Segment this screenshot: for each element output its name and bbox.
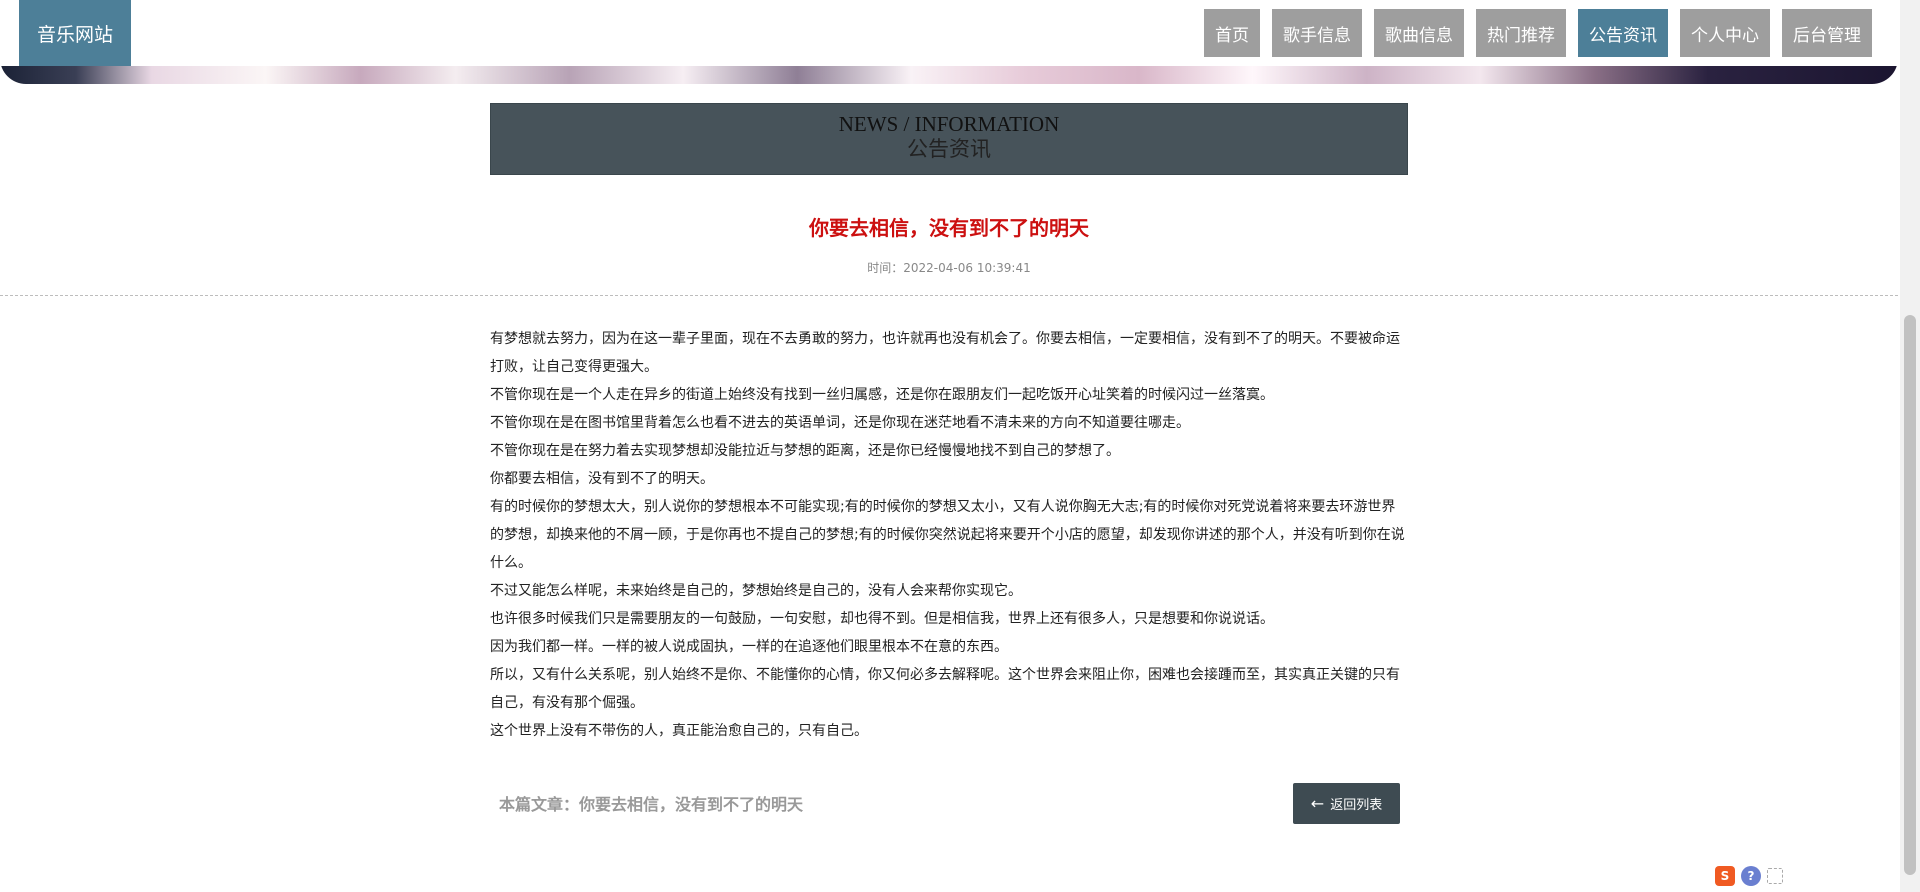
article-paragraph: 因为我们都一样。一样的被人说成固执，一样的在追逐他们眼里根本不在意的东西。 [490,639,1008,655]
sogou-icon[interactable]: S [1715,866,1735,886]
nav-home[interactable]: 首页 [1204,9,1260,57]
section-title-en: NEWS / INFORMATION [838,112,1060,136]
divider [0,295,1898,296]
back-button-label: 返回列表 [1330,798,1383,813]
article-paragraph: 你都要去相信，没有到不了的明天。 [490,471,714,487]
article-paragraph: 不管你现在是一个人走在异乡的街道上始终没有找到一丝归属感，还是你在跟朋友们一起吃… [490,387,1274,403]
nav-news[interactable]: 公告资讯 [1578,9,1668,57]
nav-singers[interactable]: 歌手信息 [1272,9,1362,57]
nav-profile[interactable]: 个人中心 [1680,9,1770,57]
section-title-zh: 公告资讯 [907,137,991,161]
corner-tools: S ? [1715,866,1783,886]
article-title: 你要去相信，没有到不了的明天 [809,216,1089,240]
back-to-list-button[interactable]: ← 返回列表 [1293,783,1400,824]
site-logo[interactable]: 音乐网站 [19,0,131,66]
article-paragraph: 不管你现在是在图书馆里背着怎么也看不进去的英语单词，还是你现在迷茫地看不清未来的… [490,415,1190,431]
article-paragraph: 有梦想就去努力，因为在这一辈子里面，现在不去勇敢的努力，也许就再也没有机会了。你… [490,331,1400,375]
scrollbar-thumb[interactable] [1904,315,1916,875]
nav-songs[interactable]: 歌曲信息 [1374,9,1464,57]
article-footer-label: 本篇文章：你要去相信，没有到不了的明天 [499,795,804,814]
article-paragraph: 有的时候你的梦想太大，别人说你的梦想根本不可能实现;有的时候你的梦想又太小，又有… [490,499,1405,571]
help-icon[interactable]: ? [1741,866,1761,886]
article-paragraph: 这个世界上没有不带伤的人，真正能治愈自己的，只有自己。 [490,723,868,739]
article-paragraph: 所以，又有什么关系呢，别人始终不是你、不能懂你的心情，你又何必多去解释呢。这个世… [490,667,1400,711]
article-time: 时间：2022-04-06 10:39:41 [867,261,1031,275]
expand-icon[interactable] [1767,868,1783,884]
section-header: NEWS / INFORMATION 公告资讯 [490,103,1408,175]
page-scrollbar[interactable] [1900,0,1920,892]
article-paragraph: 不过又能怎么样呢，未来始终是自己的，梦想始终是自己的，没有人会来帮你实现它。 [490,583,1022,599]
nav-admin[interactable]: 后台管理 [1782,9,1872,57]
article-paragraph: 不管你现在是在努力着去实现梦想却没能拉近与梦想的距离，还是你已经慢慢地找不到自己… [490,443,1120,459]
article-paragraph: 也许很多时候我们只是需要朋友的一句鼓励，一句安慰，却也得不到。但是相信我，世界上… [490,611,1274,627]
arrow-left-icon: ← [1310,794,1325,813]
nav-hot[interactable]: 热门推荐 [1476,9,1566,57]
main-nav: 首页 歌手信息 歌曲信息 热门推荐 公告资讯 个人中心 后台管理 [1204,9,1872,57]
article-content: 有梦想就去努力，因为在这一辈子里面，现在不去勇敢的努力，也许就再也没有机会了。你… [490,325,1408,745]
